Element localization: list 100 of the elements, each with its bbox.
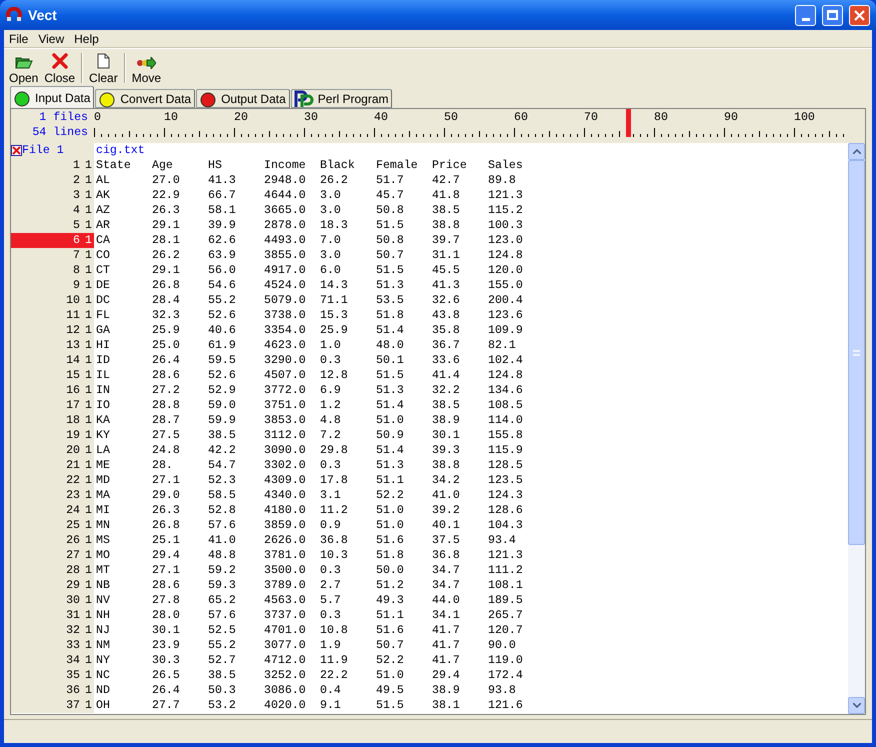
line-gutter[interactable]: 28 1 [11, 563, 94, 578]
tab[interactable]: Convert Data [95, 89, 196, 108]
line-gutter[interactable]: 4 1 [11, 203, 94, 218]
table-cell-text: NY [96, 653, 111, 668]
line-gutter[interactable]: 13 1 [11, 338, 94, 353]
line-gutter[interactable]: 29 1 [11, 578, 94, 593]
menu-item[interactable]: File [6, 30, 32, 48]
scrollbar[interactable] [848, 143, 865, 714]
line-gutter[interactable]: 11 1 [11, 308, 94, 323]
line-gutter[interactable]: 3 1 [11, 188, 94, 203]
line-gutter[interactable]: 1 1 [11, 158, 94, 173]
line-gutter[interactable]: 14 1 [11, 353, 94, 368]
line-gutter[interactable]: 27 1 [11, 548, 94, 563]
table-cell-text: 4644.0 [264, 188, 307, 203]
table-cell-text: 43.8 [432, 308, 461, 323]
table-cell-text: IL [96, 368, 111, 383]
minimize-button[interactable] [795, 4, 816, 26]
line-number: 13 [66, 338, 80, 353]
file-number: 1 [84, 233, 93, 248]
toolbar-button[interactable]: Close [41, 50, 78, 84]
table-cell-text: 51.0 [376, 503, 405, 518]
table-cell-text: 6.0 [320, 263, 342, 278]
tab[interactable]: Input Data [10, 86, 94, 108]
table-cell-text: HI [96, 338, 111, 353]
toolbar-button[interactable]: Clear [86, 50, 121, 84]
line-gutter[interactable]: 19 1 [11, 428, 94, 443]
line-gutter[interactable]: 21 1 [11, 458, 94, 473]
table-cell-text: 55.2 [208, 293, 237, 308]
table-cell-text: 26.2 [152, 248, 181, 263]
file-number: 1 [84, 293, 93, 308]
table-cell-text: 3.0 [320, 248, 342, 263]
table-cell-text: 3737.0 [264, 608, 307, 623]
table-cell-text: 59.0 [208, 398, 237, 413]
table-cell-text: 100.3 [488, 218, 524, 233]
line-gutter[interactable]: 20 1 [11, 443, 94, 458]
menu-item[interactable]: Help [71, 30, 102, 48]
line-gutter[interactable]: 22 1 [11, 473, 94, 488]
line-gutter[interactable]: 18 1 [11, 413, 94, 428]
table-cell-text: 3772.0 [264, 383, 307, 398]
line-gutter[interactable]: 17 1 [11, 398, 94, 413]
line-gutter[interactable]: 10 1 [11, 293, 94, 308]
table-cell-text: 54.7 [208, 458, 237, 473]
line-gutter[interactable]: 33 1 [11, 638, 94, 653]
table-cell-text: 114.0 [488, 413, 524, 428]
line-gutter[interactable]: 24 1 [11, 503, 94, 518]
table-cell-text: 71.1 [320, 293, 349, 308]
light-icon [199, 90, 218, 108]
line-gutter[interactable]: 16 1 [11, 383, 94, 398]
table-cell-text: 22.2 [320, 668, 349, 683]
table-cell-text: 50.8 [376, 233, 405, 248]
line-gutter[interactable]: 12 1 [11, 323, 94, 338]
tab[interactable]: Output Data [196, 89, 290, 108]
column-marker[interactable] [626, 109, 632, 137]
line-gutter[interactable]: 5 1 [11, 218, 94, 233]
line-gutter[interactable]: 8 1 [11, 263, 94, 278]
table-cell-text: 52.5 [208, 623, 237, 638]
close-button[interactable] [849, 4, 870, 26]
line-gutter[interactable]: 32 1 [11, 623, 94, 638]
table-cell-text: 30.1 [432, 428, 461, 443]
line-gutter[interactable]: 7 1 [11, 248, 94, 263]
maximize-button[interactable] [822, 4, 843, 26]
table-cell-text: 34.2 [432, 473, 461, 488]
table-cell-text: 15.3 [320, 308, 349, 323]
table-cell-text: 41.7 [432, 638, 461, 653]
table-cell-text: 39.3 [432, 443, 461, 458]
ruler-label: 20 [234, 111, 248, 124]
line-number: 32 [66, 623, 80, 638]
line-gutter[interactable]: 23 1 [11, 488, 94, 503]
table-cell-text: 3354.0 [264, 323, 307, 338]
table-cell-text: 26.4 [152, 683, 181, 698]
table-cell-text: 41.7 [432, 653, 461, 668]
line-gutter[interactable]: 30 1 [11, 593, 94, 608]
table-cell-text: 30.1 [152, 623, 181, 638]
table-cell-text: 28.0 [152, 608, 181, 623]
table-cell-text: 4493.0 [264, 233, 307, 248]
line-gutter[interactable]: 25 1 [11, 518, 94, 533]
table-cell-text: 41.3 [432, 278, 461, 293]
menu-item[interactable]: View [35, 30, 68, 48]
scroll-thumb[interactable] [848, 160, 865, 545]
close-file-icon[interactable] [11, 145, 22, 156]
scroll-up-button[interactable] [848, 143, 865, 160]
line-gutter[interactable]: 2 1 [11, 173, 94, 188]
tab[interactable]: Perl Program [290, 89, 392, 108]
table-cell-text: Price [432, 158, 468, 173]
line-gutter[interactable]: 37 1 [11, 698, 94, 713]
ruler-label: 10 [164, 111, 178, 124]
line-gutter[interactable]: 35 1 [11, 668, 94, 683]
line-gutter[interactable]: 34 1 [11, 653, 94, 668]
line-gutter[interactable]: 26 1 [11, 533, 94, 548]
line-gutter[interactable]: 6 1 [11, 233, 94, 248]
scroll-down-button[interactable] [848, 697, 865, 714]
toolbar-button[interactable]: Move [128, 50, 164, 84]
line-gutter[interactable]: 31 1 [11, 608, 94, 623]
line-gutter[interactable]: 9 1 [11, 278, 94, 293]
line-gutter[interactable]: 15 1 [11, 368, 94, 383]
toolbar-button[interactable]: Open [6, 50, 42, 84]
table-cell-text: ME [96, 458, 111, 473]
line-gutter[interactable]: 36 1 [11, 683, 94, 698]
table-cell-text: 29.1 [152, 218, 181, 233]
line-number: 25 [66, 518, 80, 533]
